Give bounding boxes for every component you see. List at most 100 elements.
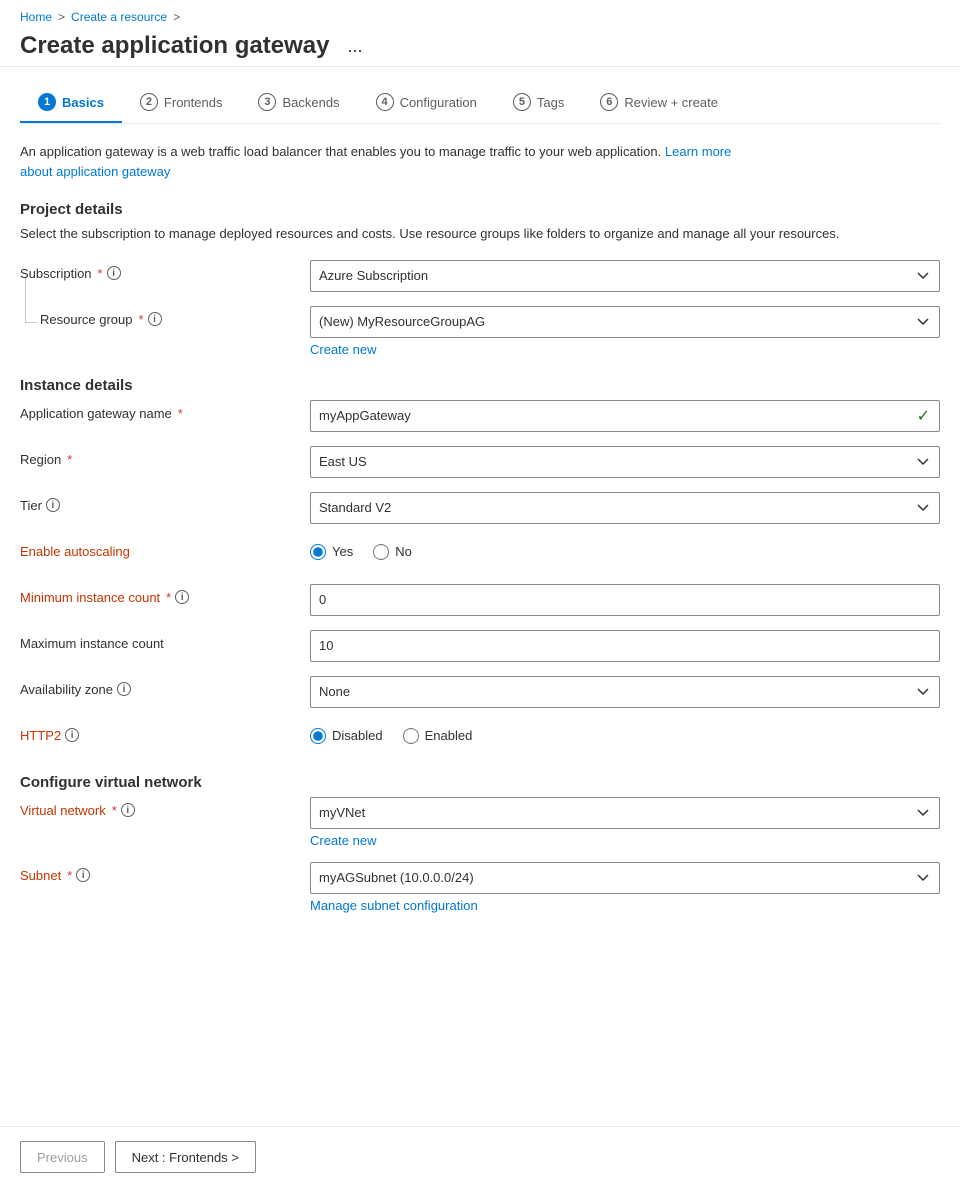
tier-select[interactable]: Standard V2 (310, 492, 940, 524)
min-instance-row: Minimum instance count * i (20, 584, 940, 616)
resource-group-select[interactable]: (New) MyResourceGroupAG (310, 306, 940, 338)
subnet-info-icon[interactable]: i (76, 868, 90, 882)
breadcrumb-create-resource[interactable]: Create a resource (71, 10, 167, 24)
http2-control: Disabled Enabled (310, 722, 940, 744)
tab-tags[interactable]: 5 Tags (495, 83, 582, 123)
subscription-label: Subscription * i (20, 260, 310, 281)
tier-label: Tier i (20, 492, 310, 513)
max-instance-row: Maximum instance count (20, 630, 940, 662)
tab-configuration[interactable]: 4 Configuration (358, 83, 495, 123)
subscription-select[interactable]: Azure Subscription (310, 260, 940, 292)
tab-label-basics: Basics (62, 95, 104, 110)
tab-label-configuration: Configuration (400, 95, 477, 110)
subscription-required: * (98, 266, 103, 281)
breadcrumb-home[interactable]: Home (20, 10, 52, 24)
min-instance-label: Minimum instance count * i (20, 584, 310, 605)
autoscaling-control: Yes No (310, 538, 940, 560)
instance-details-header: Instance details (20, 377, 940, 394)
region-control: East US (310, 446, 940, 478)
breadcrumb-sep2: > (173, 10, 180, 24)
autoscaling-yes-radio[interactable] (310, 544, 326, 560)
autoscaling-yes-option[interactable]: Yes (310, 544, 353, 560)
vnet-info-icon[interactable]: i (121, 803, 135, 817)
region-select[interactable]: East US (310, 446, 940, 478)
tier-control: Standard V2 (310, 492, 940, 524)
tab-frontends[interactable]: 2 Frontends (122, 83, 241, 123)
footer: Previous Next : Frontends > (0, 1126, 960, 1187)
project-details-desc: Select the subscription to manage deploy… (20, 224, 940, 244)
tier-info-icon[interactable]: i (46, 498, 60, 512)
info-text: An application gateway is a web traffic … (20, 144, 661, 159)
vnet-create-new[interactable]: Create new (310, 833, 940, 848)
http2-label: HTTP2 i (20, 722, 310, 743)
learn-more-link[interactable]: Learn more (665, 144, 731, 159)
autoscaling-no-label: No (395, 544, 412, 559)
tab-basics[interactable]: 1 Basics (20, 83, 122, 123)
subnet-select[interactable]: myAGSubnet (10.0.0.0/24) (310, 862, 940, 894)
gateway-name-input-wrapper: ✓ (310, 400, 940, 432)
resource-group-row: Resource group * i (New) MyResourceGroup… (20, 306, 940, 357)
max-instance-input[interactable] (310, 630, 940, 662)
tab-label-review: Review + create (624, 95, 718, 110)
tab-bar: 1 Basics 2 Frontends 3 Backends 4 Config… (20, 83, 940, 124)
vnet-select[interactable]: myVNet (310, 797, 940, 829)
gateway-name-input[interactable] (310, 400, 940, 432)
tab-review-create[interactable]: 6 Review + create (582, 83, 736, 123)
http2-radio-group: Disabled Enabled (310, 722, 940, 744)
region-row: Region * East US (20, 446, 940, 478)
info-section: An application gateway is a web traffic … (20, 142, 940, 181)
ellipsis-button[interactable]: ... (341, 34, 368, 59)
resource-group-create-new[interactable]: Create new (310, 342, 940, 357)
resource-group-required: * (139, 312, 144, 327)
autoscaling-no-option[interactable]: No (373, 544, 412, 560)
tab-label-frontends: Frontends (164, 95, 223, 110)
autoscaling-no-radio[interactable] (373, 544, 389, 560)
manage-subnet-link[interactable]: Manage subnet configuration (310, 898, 940, 913)
vnet-required: * (112, 803, 117, 818)
http2-disabled-option[interactable]: Disabled (310, 728, 383, 744)
subnet-label: Subnet * i (20, 862, 310, 883)
subnet-required: * (67, 868, 72, 883)
tab-label-tags: Tags (537, 95, 564, 110)
availability-zone-control: None (310, 676, 940, 708)
tab-number-basics: 1 (38, 93, 56, 111)
http2-enabled-radio[interactable] (403, 728, 419, 744)
tab-number-frontends: 2 (140, 93, 158, 111)
breadcrumb-sep1: > (58, 10, 65, 24)
tab-label-backends: Backends (282, 95, 339, 110)
vnet-label: Virtual network * i (20, 797, 310, 818)
resource-group-info-icon[interactable]: i (148, 312, 162, 326)
http2-info-icon[interactable]: i (65, 728, 79, 742)
gateway-name-check-icon: ✓ (917, 406, 930, 426)
subscription-row: Subscription * i Azure Subscription (20, 260, 940, 292)
autoscaling-yes-label: Yes (332, 544, 353, 559)
autoscaling-row: Enable autoscaling Yes No (20, 538, 940, 570)
tab-backends[interactable]: 3 Backends (240, 83, 357, 123)
http2-disabled-radio[interactable] (310, 728, 326, 744)
gateway-name-row: Application gateway name * ✓ (20, 400, 940, 432)
about-app-gateway-link[interactable]: about application gateway (20, 164, 170, 179)
vnet-control: myVNet Create new (310, 797, 940, 848)
min-instance-input[interactable] (310, 584, 940, 616)
gateway-name-control: ✓ (310, 400, 940, 432)
tab-number-tags: 5 (513, 93, 531, 111)
max-instance-control (310, 630, 940, 662)
project-details-header: Project details (20, 201, 940, 218)
tab-number-backends: 3 (258, 93, 276, 111)
tier-row: Tier i Standard V2 (20, 492, 940, 524)
availability-zone-info-icon[interactable]: i (117, 682, 131, 696)
autoscaling-label: Enable autoscaling (20, 538, 310, 559)
subscription-info-icon[interactable]: i (107, 266, 121, 280)
autoscaling-radio-group: Yes No (310, 538, 940, 560)
min-instance-info-icon[interactable]: i (175, 590, 189, 604)
availability-zone-label: Availability zone i (20, 676, 310, 697)
http2-disabled-label: Disabled (332, 728, 383, 743)
vnet-row: Virtual network * i myVNet Create new (20, 797, 940, 848)
http2-enabled-option[interactable]: Enabled (403, 728, 473, 744)
next-button[interactable]: Next : Frontends > (115, 1141, 256, 1173)
vnet-section-header: Configure virtual network (20, 774, 940, 791)
gateway-name-required: * (178, 406, 183, 421)
availability-zone-select[interactable]: None (310, 676, 940, 708)
previous-button[interactable]: Previous (20, 1141, 105, 1173)
breadcrumb: Home > Create a resource > (20, 10, 940, 24)
